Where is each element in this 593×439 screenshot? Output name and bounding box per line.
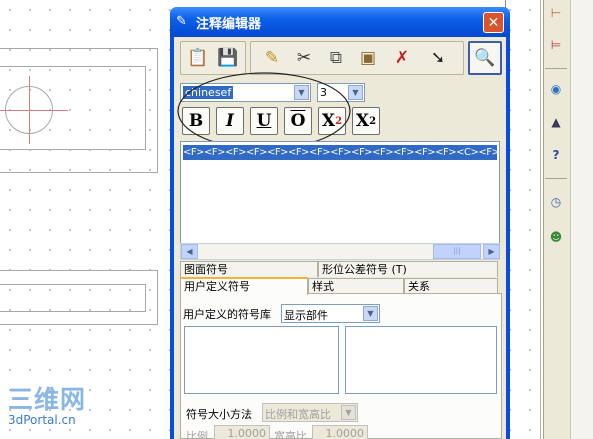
tab-style[interactable]: 样式 xyxy=(308,278,404,294)
tab-drawing-symbols[interactable]: 图面符号 xyxy=(180,261,318,277)
tab-user-defined-symbols[interactable]: 用户定义符号 xyxy=(180,277,308,295)
cad-inner-frame-bottom xyxy=(0,284,146,312)
cad-centerline-h xyxy=(0,110,68,111)
annotation-text-area[interactable]: <F><F><F><F><F><F><F><F><F><F><F><F><F><… xyxy=(180,141,500,259)
annotation-editor-dialog: ✎ 注释编辑器 ✕ 📋 💾 ✎ ✂ ⧉ ▣ ✗ ➘ 🔍 chinesef ▼ 3… xyxy=(170,7,510,439)
hand-drawn-ellipse xyxy=(177,72,351,150)
dialog-title: 注释编辑器 xyxy=(196,17,262,32)
insert-icon[interactable]: ➘ xyxy=(424,44,452,72)
layer-tree-icon[interactable]: ⊨ xyxy=(547,36,565,54)
logo-url: 3dPortal.cn xyxy=(8,413,76,427)
scroll-right-icon[interactable]: ▶ xyxy=(483,244,500,259)
size-method-select[interactable]: 比例和宽高比 ▼ xyxy=(262,403,358,422)
horizontal-scrollbar[interactable]: ◀ ||| ▶ xyxy=(180,243,500,260)
symbol-library-select[interactable]: 显示部件 ▼ xyxy=(281,304,380,323)
scale-label: 比例 xyxy=(186,430,208,439)
chevron-down-icon[interactable]: ▼ xyxy=(363,306,378,321)
tab-relations[interactable]: 关系 xyxy=(404,278,498,294)
scale-input[interactable]: 1.0000 xyxy=(214,425,270,439)
symbol-library-label: 用户定义的符号库 xyxy=(183,308,271,321)
tab-gdt-symbols[interactable]: 形位公差符号 (T) xyxy=(318,261,498,277)
aspect-ratio-input[interactable]: 1.0000 xyxy=(312,425,368,439)
delete-icon[interactable]: ✗ xyxy=(388,44,416,72)
annotation-text[interactable]: <F><F><F><F><F><F><F><F><F><F><F><F><F><… xyxy=(183,145,497,160)
dialog-client: 📋 💾 ✎ ✂ ⧉ ▣ ✗ ➘ 🔍 chinesef ▼ 3 ▼ B I U O… xyxy=(174,37,506,439)
vertical-scrollbar[interactable] xyxy=(570,0,593,439)
cad-centerline-v xyxy=(29,76,30,144)
close-button[interactable]: ✕ xyxy=(483,12,504,33)
dialog-titlebar[interactable]: ✎ 注释编辑器 ✕ xyxy=(170,7,510,37)
size-method-value: 比例和宽高比 xyxy=(265,408,331,421)
logo-text: 三维网 xyxy=(8,385,87,414)
symbol-list-left[interactable] xyxy=(184,326,339,394)
symbol-preview-right[interactable] xyxy=(345,326,497,394)
scroll-left-icon[interactable]: ◀ xyxy=(181,244,198,259)
symbol-library-value: 显示部件 xyxy=(284,309,328,322)
chevron-down-icon[interactable]: ▼ xyxy=(341,405,356,420)
graduation-icon[interactable]: ▲ xyxy=(547,113,565,131)
browser-icon[interactable]: ◉ xyxy=(547,80,565,98)
user-defined-symbols-panel: 用户定义的符号库 显示部件 ▼ 符号大小方法 比例和宽高比 ▼ 比例 1.000… xyxy=(180,293,502,439)
tree-icon[interactable]: ⊢ xyxy=(547,4,565,22)
editor-app-icon: ✎ xyxy=(176,14,187,29)
clock-icon[interactable]: ◷ xyxy=(547,193,565,211)
size-method-label: 符号大小方法 xyxy=(186,408,252,421)
aspect-ratio-label: 宽高比 xyxy=(274,430,307,439)
preview-icon[interactable]: 🔍 xyxy=(471,44,499,72)
help-icon[interactable]: ? xyxy=(547,146,565,164)
scroll-thumb[interactable]: ||| xyxy=(433,244,481,259)
site-logo: 三维网 3dPortal.cn xyxy=(8,386,86,427)
users-icon[interactable]: ☻ xyxy=(547,228,565,246)
